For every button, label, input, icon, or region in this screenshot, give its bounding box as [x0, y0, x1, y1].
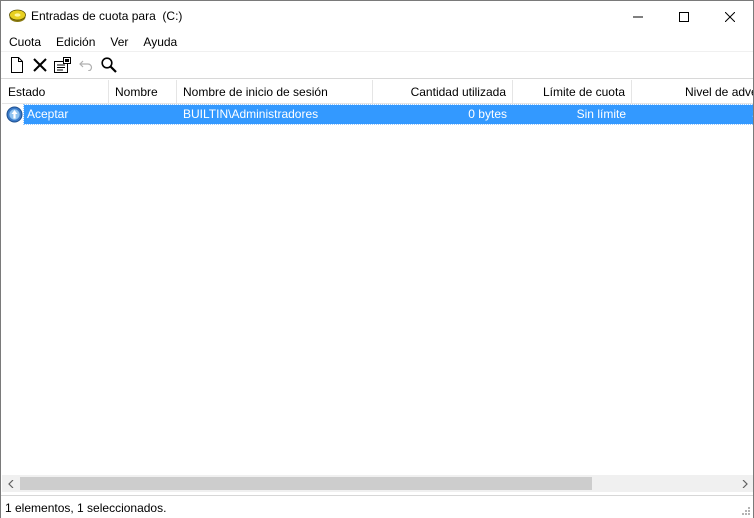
menu-ayuda[interactable]: Ayuda: [135, 32, 184, 52]
undo-icon: [78, 60, 92, 71]
close-icon: [725, 11, 735, 22]
row-selection-highlight: Aceptar BUILTIN\Administradores 0 bytes …: [23, 104, 753, 125]
minimize-icon: [633, 16, 643, 17]
properties-button[interactable]: [51, 54, 74, 76]
delete-button[interactable]: [28, 54, 51, 76]
properties-icon: [53, 57, 71, 73]
window-title: Entradas de cuota para (C:): [31, 9, 183, 23]
column-header-cantidad[interactable]: Cantidad utilizada: [373, 80, 513, 104]
toolbar: [1, 53, 753, 77]
find-button[interactable]: [97, 54, 120, 76]
arrow-left-icon: [7, 479, 13, 488]
disk-quota-icon: [9, 9, 26, 22]
table-row[interactable]: Aceptar BUILTIN\Administradores 0 bytes …: [2, 104, 753, 125]
close-button[interactable]: [707, 1, 753, 32]
new-entry-icon: [10, 57, 23, 73]
find-icon: [100, 57, 117, 73]
delete-icon: [32, 58, 47, 72]
cell-estado: Aceptar: [27, 107, 69, 121]
maximize-button[interactable]: [661, 1, 707, 32]
column-header-nombre[interactable]: Nombre: [109, 80, 177, 104]
quota-entries-window: Entradas de cuota para (C:) Cuota Edició…: [0, 0, 754, 518]
menu-ver[interactable]: Ver: [102, 32, 135, 52]
maximize-icon: [679, 11, 689, 22]
quota-list-view[interactable]: Estado Nombre Nombre de inicio de sesión…: [2, 80, 753, 493]
cell-cantidad: 0 bytes: [468, 107, 507, 121]
status-text: 1 elementos, 1 seleccionados.: [5, 501, 167, 515]
cell-nombre: [109, 105, 177, 124]
scroll-left-button[interactable]: [2, 475, 19, 492]
undo-button[interactable]: [74, 54, 97, 76]
cell-limite: Sin límite: [576, 107, 626, 121]
status-bar: 1 elementos, 1 seleccionados.: [1, 495, 753, 518]
cell-inicio-sesion: BUILTIN\Administradores: [183, 107, 319, 121]
scrollbar-thumb[interactable]: [20, 477, 592, 490]
column-header-inicio-sesion[interactable]: Nombre de inicio de sesión: [177, 80, 373, 104]
cell-nivel: Sin límite: [632, 105, 753, 124]
column-header-limite[interactable]: Límite de cuota: [513, 80, 632, 104]
horizontal-scrollbar[interactable]: [2, 475, 753, 492]
title-bar[interactable]: Entradas de cuota para (C:): [1, 1, 753, 32]
menu-edicion[interactable]: Edición: [48, 32, 102, 52]
toolbar-divider: [1, 78, 753, 79]
list-header: Estado Nombre Nombre de inicio de sesión…: [2, 80, 753, 104]
new-entry-button[interactable]: [5, 54, 28, 76]
scroll-right-button[interactable]: [736, 475, 753, 492]
column-header-estado[interactable]: Estado: [2, 80, 109, 104]
minimize-button[interactable]: [615, 1, 661, 32]
arrow-right-icon: [742, 479, 748, 488]
menu-bar: Cuota Edición Ver Ayuda: [1, 32, 753, 52]
menu-cuota[interactable]: Cuota: [1, 32, 48, 52]
resize-grip-icon[interactable]: [739, 504, 751, 516]
column-header-nivel[interactable]: Nivel de advertencia: [632, 80, 753, 104]
